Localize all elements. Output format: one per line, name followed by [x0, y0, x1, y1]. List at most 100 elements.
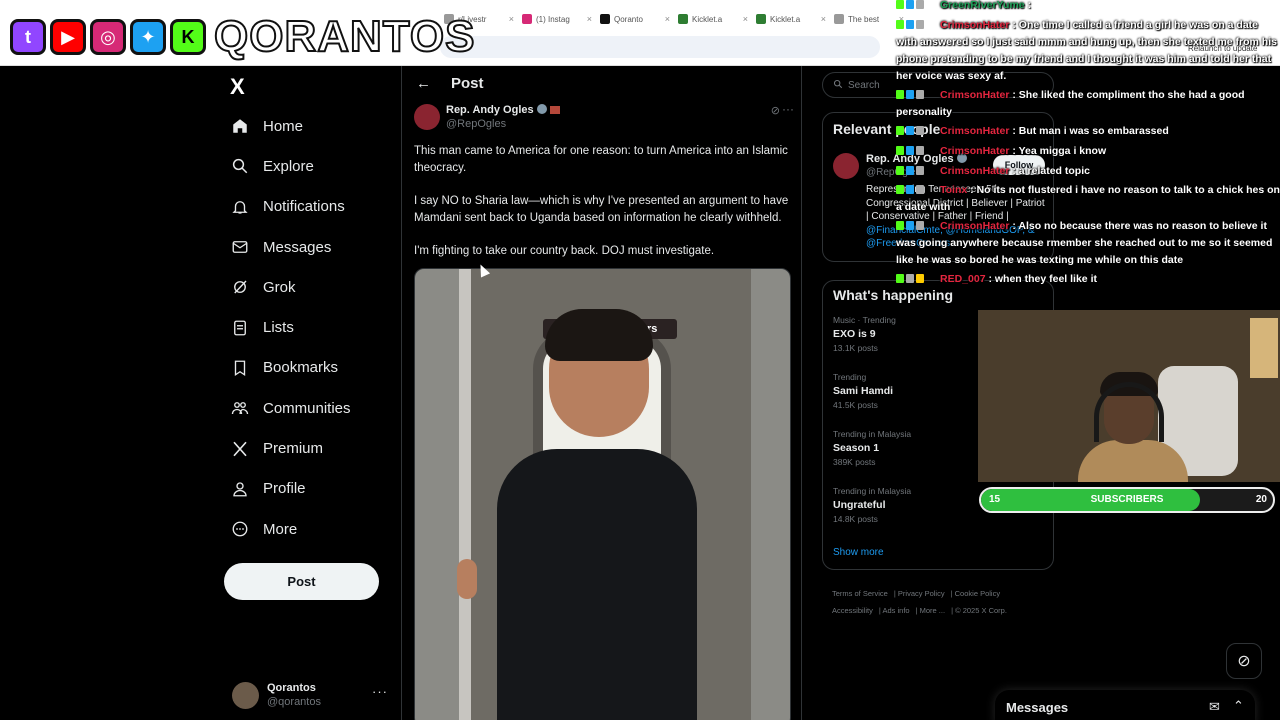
chat-badges-icon: [896, 17, 940, 34]
chat-message: CrimsonHater : a related topic: [896, 163, 1280, 180]
new-message-icon[interactable]: ✉: [1209, 699, 1220, 715]
browser-tab[interactable]: Qoranto ×: [596, 8, 674, 30]
handrail-pole: [459, 269, 471, 720]
close-icon[interactable]: ×: [509, 14, 514, 24]
chat-text: : Yea migga i know: [1012, 145, 1107, 157]
chat-badges-icon: [896, 87, 940, 104]
post-image[interactable]: Do not hold doors: [414, 268, 791, 720]
close-icon[interactable]: ×: [665, 14, 670, 24]
x-premium-icon: [224, 440, 256, 458]
affiliation-badge-icon: [549, 106, 560, 114]
chat-message: Toinx : No its not flustered i have no r…: [896, 182, 1280, 216]
close-icon[interactable]: ×: [587, 14, 592, 24]
chat-badges-icon: [896, 143, 940, 160]
expand-up-icon[interactable]: ⌃: [1233, 698, 1244, 714]
post-paragraph: I'm fighting to take our country back. D…: [414, 245, 715, 257]
bell-icon: [224, 198, 256, 216]
account-name: Qorantos: [267, 682, 316, 694]
sidebar-item-more[interactable]: More: [224, 509, 351, 549]
browser-tab[interactable]: Kicklet.a ×: [752, 8, 830, 30]
sidebar-item-profile[interactable]: Profile: [224, 469, 351, 509]
sidebar-item-explore[interactable]: Explore: [224, 146, 351, 186]
chat-username: CrimsonHater: [940, 145, 1010, 157]
account-switcher[interactable]: Qorantos @qorantos ···: [232, 678, 398, 712]
instagram-icon: [522, 14, 532, 24]
sidebar-item-notifications[interactable]: Notifications: [224, 187, 351, 227]
author-avatar[interactable]: [414, 104, 440, 130]
author-handle[interactable]: @RepOgles: [446, 118, 506, 130]
chat-username: CrimsonHater: [940, 89, 1010, 101]
stream-banner: t ▶ ◎ ✦ K QORANTOS: [10, 8, 475, 66]
messages-drawer[interactable]: Messages ✉ ⌃: [995, 690, 1255, 720]
subscriber-goal-bar: 15 SUBSCRIBERS 20: [979, 487, 1275, 513]
x-logo-icon[interactable]: X: [230, 74, 245, 100]
sidebar-item-bookmarks[interactable]: Bookmarks: [224, 348, 351, 388]
footer-link[interactable]: Privacy Policy: [898, 589, 945, 598]
chat-username: CrimsonHater: [940, 220, 1010, 232]
sidebar-item-lists[interactable]: Lists: [224, 307, 351, 347]
sidebar-item-label: Lists: [263, 319, 294, 337]
back-arrow-icon[interactable]: ←: [416, 75, 431, 92]
tab-label: (1) Instag: [536, 14, 570, 24]
messages-drawer-title: Messages: [1006, 700, 1069, 715]
grok-button[interactable]: ⊘: [1226, 643, 1262, 679]
grok-icon: ⊘: [1237, 653, 1251, 670]
twitch-icon: t: [10, 19, 46, 55]
mail-icon: [224, 238, 256, 256]
footer-link[interactable]: Accessibility: [832, 606, 873, 615]
show-more-link[interactable]: Show more: [833, 547, 884, 558]
chat-text: : when they feel like it: [988, 273, 1097, 285]
tab-label: The best: [848, 14, 880, 24]
verified-badge-icon: [536, 104, 547, 114]
chat-message: CrimsonHater : Also no because there was…: [896, 218, 1280, 269]
author-name-link[interactable]: Rep. Andy Ogles: [446, 104, 560, 116]
sub-goal-label: SUBSCRIBERS: [1090, 494, 1164, 505]
address-bar[interactable]: [440, 36, 880, 58]
post-button[interactable]: Post: [224, 563, 379, 600]
close-icon[interactable]: ×: [743, 14, 748, 24]
close-icon[interactable]: ×: [821, 14, 826, 24]
sidebar-item-label: Home: [263, 117, 304, 135]
more-circle-icon: [224, 520, 256, 538]
stream-chat-overlay: GreenRiverYume : CrimsonHater : One time…: [896, 0, 1280, 290]
instagram-icon: ◎: [90, 19, 126, 55]
sidebar-item-home[interactable]: Home: [224, 106, 351, 146]
sidebar-item-label: More: [263, 520, 298, 538]
sidebar-item-messages[interactable]: Messages: [224, 227, 351, 267]
post-paragraph: This man came to America for one reason:…: [414, 145, 788, 174]
tab-label: Kicklet.a: [692, 14, 723, 24]
footer-link[interactable]: Cookie Policy: [955, 589, 1000, 598]
chat-username: CrimsonHater: [940, 19, 1010, 31]
chat-message: CrimsonHater : But man i was so embarass…: [896, 123, 1280, 140]
grok-icon[interactable]: ⊘: [771, 104, 780, 117]
post-author: Rep. Andy Ogles @RepOgles ⊘ ···: [414, 102, 794, 132]
sidebar-item-communities[interactable]: Communities: [224, 388, 351, 428]
browser-tab[interactable]: Kicklet.a ×: [674, 8, 752, 30]
bookmark-icon: [224, 359, 256, 377]
search-icon: [833, 79, 843, 92]
chat-message: CrimsonHater : One time I called a frien…: [896, 17, 1280, 85]
chat-username: RED_007: [940, 273, 986, 285]
sidebar-item-premium[interactable]: Premium: [224, 428, 351, 468]
chat-username: Toinx: [940, 184, 968, 196]
more-dots-icon[interactable]: ···: [782, 102, 794, 116]
trend-posts: 14.8K posts: [833, 514, 878, 524]
chat-message: RED_007 : when they feel like it: [896, 271, 1280, 288]
left-sidebar: X Home Explore Notifications Messages Gr…: [224, 66, 400, 720]
account-handle: @qorantos: [267, 696, 321, 708]
tab-label: Kicklet.a: [770, 14, 801, 24]
footer-link[interactable]: Terms of Service: [832, 589, 888, 598]
youtube-icon: ▶: [50, 19, 86, 55]
sidebar-item-grok[interactable]: Grok: [224, 267, 351, 307]
main-column: ← Post Rep. Andy Ogles @RepOgles ⊘ ··· T…: [401, 66, 802, 720]
browser-tab[interactable]: (1) Instag ×: [518, 8, 596, 30]
sidebar-item-label: Explore: [263, 157, 314, 175]
kicklet-icon: [756, 14, 766, 24]
tiktok-icon: [600, 14, 610, 24]
streamer-name: QORANTOS: [213, 11, 476, 62]
avatar[interactable]: [833, 153, 859, 179]
sidebar-item-label: Grok: [263, 278, 296, 296]
footer-link[interactable]: More ...: [920, 606, 945, 615]
chat-message: CrimsonHater : She liked the compliment …: [896, 87, 1280, 121]
footer-link[interactable]: Ads info: [882, 606, 909, 615]
